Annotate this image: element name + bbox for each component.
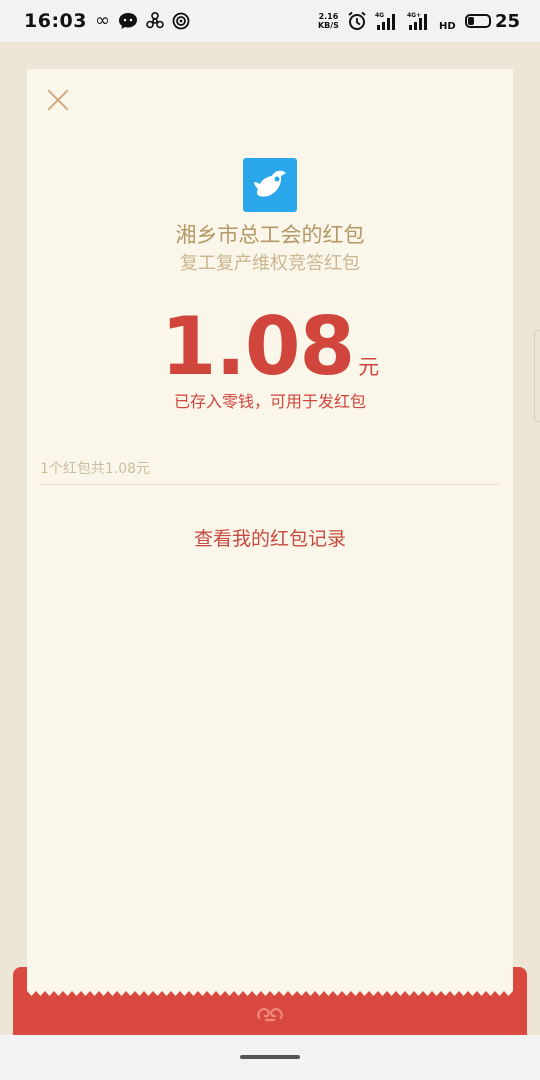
bird-icon <box>254 170 286 197</box>
network-speed-unit: KB/S <box>317 21 339 30</box>
sender-avatar <box>243 158 297 212</box>
hd-icon: HD <box>439 21 456 31</box>
saved-to-wallet-note: 已存入零钱，可用于发红包 <box>173 392 366 411</box>
amount-row: 1.08 元 <box>0 302 540 392</box>
network-speed-value: 2.16 <box>318 12 339 21</box>
status-bar-right: 2.16 KB/S 4G 4G+ HD 25 <box>318 11 520 32</box>
signal-4g-label: 4G <box>375 12 384 19</box>
battery: 25 <box>464 10 520 32</box>
home-gesture-bar[interactable] <box>240 1055 300 1059</box>
network-speed: 2.16 KB/S <box>318 12 339 30</box>
signal-4g-plus-icon: 4G+ <box>407 12 427 30</box>
status-time: 16:03 <box>24 10 87 32</box>
sender-name: 湘乡市总工会的红包 <box>175 223 365 247</box>
close-button[interactable] <box>46 88 70 112</box>
divider <box>40 484 499 485</box>
alarm-icon <box>348 11 366 30</box>
status-bar-left: 16:03 ∞ <box>24 10 190 32</box>
envelope-logo-icon <box>257 1008 283 1022</box>
battery-level: 25 <box>494 10 520 32</box>
side-edge-handle <box>534 330 540 422</box>
chat-bubble-icon <box>118 13 137 29</box>
infinity-icon: ∞ <box>94 10 110 31</box>
status-bar: 16:03 ∞ 2.16 KB/S 4G 4G+ HD 25 <box>0 0 540 42</box>
hd-label: HD <box>439 21 456 31</box>
battery-icon <box>464 14 491 28</box>
amount-value: 1.08 <box>160 300 355 393</box>
packet-summary: 1个红包共1.08元 <box>40 461 151 477</box>
fan-icon <box>146 12 164 29</box>
hotspot-icon <box>172 12 190 30</box>
amount-unit: 元 <box>358 355 380 379</box>
signal-4g-plus-label: 4G+ <box>407 12 421 19</box>
signal-4g-icon: 4G <box>375 12 395 30</box>
paper-torn-edge <box>27 985 513 996</box>
view-records-link[interactable]: 查看我的红包记录 <box>0 524 540 551</box>
packet-subtitle: 复工复产维权竞答红包 <box>180 253 360 274</box>
